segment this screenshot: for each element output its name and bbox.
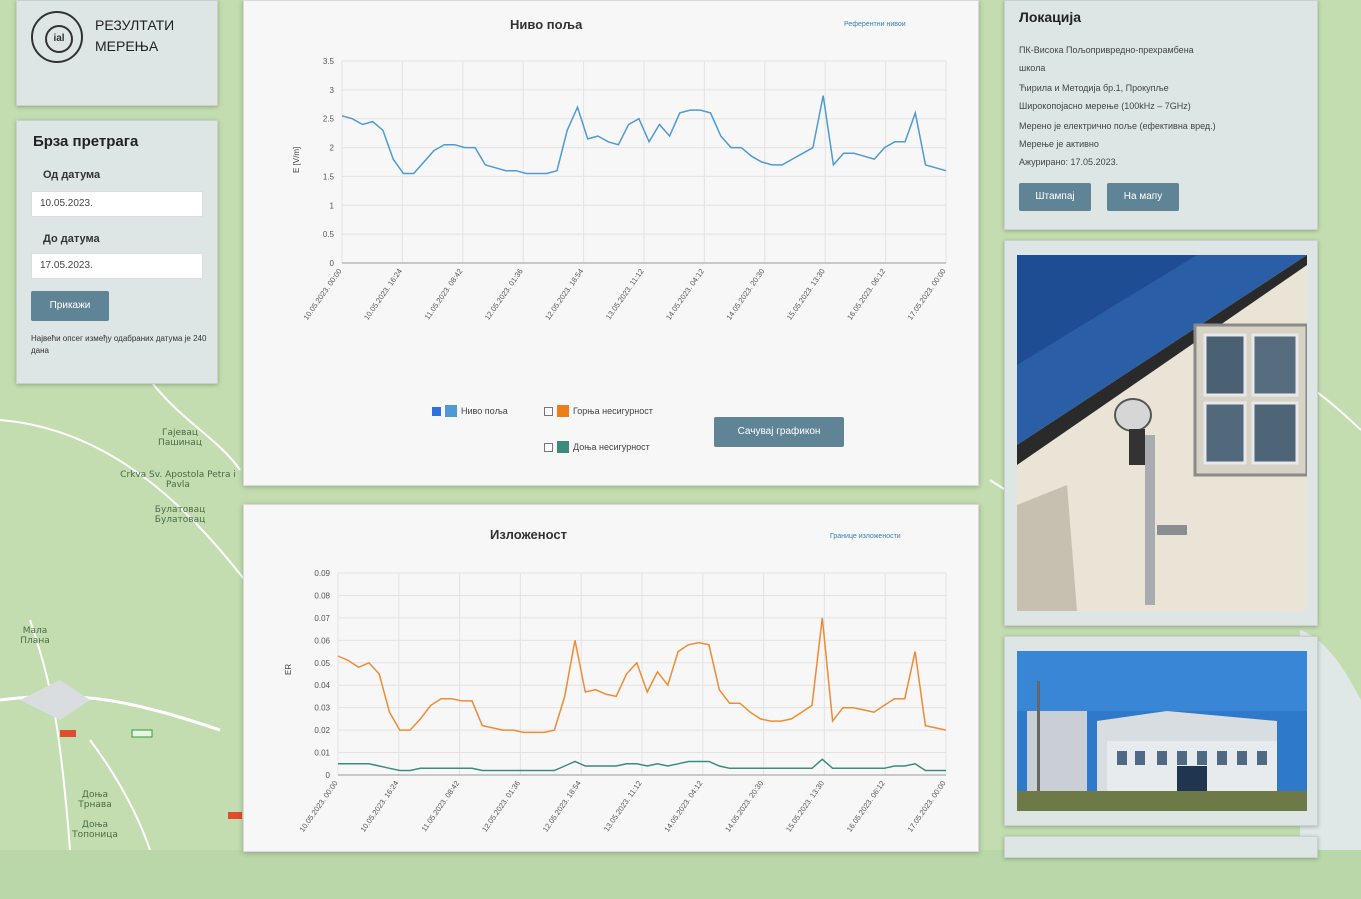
from-date-label: Од датума [43, 169, 101, 181]
location-line: Ћирила и Методија бр.1, Прокупље [1019, 83, 1169, 93]
y-tick-label: 0 [330, 259, 335, 268]
app-title[interactable]: РЕЗУЛТАТИ МЕРЕЊА [95, 15, 174, 57]
x-tick-label: 13.05.2023. 11:12 [602, 779, 644, 833]
to-date-label: До датума [43, 233, 100, 245]
x-tick-label: 15.05.2023. 13:30 [784, 779, 826, 834]
location-line: Широкопојасно мерење (100kHz – 7GHz) [1019, 101, 1191, 111]
show-on-map-button[interactable]: На мапу [1107, 183, 1179, 211]
app-title-line1: РЕЗУЛТАТИ [95, 17, 175, 33]
x-tick-label: 12.05.2023. 01:36 [483, 267, 525, 322]
location-line: Мерено је електрично поље (ефективна вре… [1019, 121, 1216, 131]
y-tick-label: 2 [330, 144, 335, 153]
x-tick-label: 14.05.2023. 04:12 [662, 779, 704, 834]
location-line: Мерење је активно [1019, 139, 1099, 149]
legend-lower-label: Доња несигурност [573, 442, 650, 452]
y-tick-label: 1 [330, 201, 335, 210]
upper-uncertainty-checkbox[interactable] [544, 406, 553, 416]
x-tick-label: 17.05.2023. 00:00 [906, 267, 948, 322]
y-tick-label: 0.03 [314, 704, 330, 713]
y-tick-label: 0.5 [323, 230, 335, 239]
location-line: школа [1019, 63, 1046, 73]
y-tick-label: 0.09 [314, 569, 330, 578]
search-title: Брза претрага [33, 133, 139, 150]
y-tick-label: 0.01 [314, 749, 330, 758]
exposure-card: Изложеност Границе изложености ER 0 0.01 0… [243, 504, 979, 852]
x-tick-label: 10.05.2023. 16:24 [358, 779, 400, 834]
show-button[interactable]: Прикажи [31, 291, 109, 321]
legend-lower-uncertainty[interactable]: Доња несигурност [544, 441, 650, 453]
y-tick-label: 1.5 [323, 172, 335, 181]
location-title: Локација [1019, 9, 1082, 25]
field-level-swatch [445, 405, 457, 417]
x-tick-label: 17.05.2023. 00:00 [906, 779, 948, 834]
exposure-chart-title: Изложеност [490, 527, 567, 542]
x-tick-label: 11.05.2023. 08:42 [423, 267, 465, 321]
x-tick-label: 14.05.2023. 20:30 [724, 267, 766, 322]
field-level-chart[interactable]: 0 0.5 1 1.5 2 2.5 3 3.5 10.05.2023. 00:00 10.05.2… [244, 41, 978, 421]
legend-upper-label: Горња несигурност [573, 406, 653, 416]
map-label-mala-plana: Мала Плана [20, 626, 50, 646]
x-tick-label: 12.05.2023. 01:36 [480, 779, 522, 834]
x-tick-label: 12.05.2023. 18:54 [541, 779, 583, 834]
reference-levels-link[interactable]: Референтни нивои [844, 21, 906, 28]
location-line: Ажурирано: 17.05.2023. [1019, 157, 1119, 167]
legend-field-level[interactable]: Ниво поља [432, 405, 508, 417]
map-label-gajevac: Гајевац Пашинац [158, 428, 202, 448]
print-button[interactable]: Штампај [1019, 183, 1091, 211]
app-title-line2: МЕРЕЊА [95, 38, 159, 54]
map-label-donja-trnava: Доња Трнава [78, 790, 112, 810]
exposure-limits-link[interactable]: Границе изложености [830, 533, 901, 540]
x-tick-label: 11.05.2023. 08:42 [419, 779, 461, 833]
field-chart-title: Ниво поља [510, 17, 583, 32]
map-label-church: Crkva Sv. Apostola Petra i Pavla [120, 470, 236, 490]
logo-panel: ial РЕЗУЛТАТИ МЕРЕЊА [16, 0, 218, 106]
date-range-note: Највећи опсег између одабраних датума је… [31, 334, 207, 355]
y-tick-label: 0.05 [314, 659, 330, 668]
x-tick-label: 10.05.2023. 00:00 [302, 267, 344, 322]
y-tick-label: 0.04 [314, 681, 330, 690]
building-photo[interactable] [1017, 651, 1307, 811]
x-tick-label: 13.05.2023. 11:12 [604, 267, 646, 321]
y-tick-label: 3 [330, 86, 335, 95]
y-tick-label: 0.02 [314, 726, 330, 735]
exposure-chart[interactable]: 0 0.01 0.02 0.03 0.04 0.05 0.06 0.07 0.08 0.09 10.… [244, 553, 978, 899]
y-tick-label: 0.08 [314, 591, 330, 600]
y-tick-label: 2.5 [323, 115, 335, 124]
map-label-donja-toponica: Доња Топоница [72, 820, 118, 840]
from-date-input[interactable] [31, 191, 203, 217]
lower-uncertainty-checkbox[interactable] [544, 442, 553, 452]
x-tick-label: 10.05.2023. 16:24 [362, 267, 404, 322]
y-tick-label: 0.06 [314, 636, 330, 645]
location-panel: Локација ПК-Висока Пољопривредно-прехрам… [1004, 0, 1318, 230]
x-tick-label: 16.05.2023. 06:12 [845, 267, 887, 322]
upper-uncertainty-swatch [557, 405, 569, 417]
x-tick-label: 14.05.2023. 20:30 [723, 779, 765, 834]
y-tick-label: 3.5 [323, 57, 335, 66]
field-level-card: Ниво поља Референтни нивои E [V/m] 0 0.5 1… [243, 0, 979, 486]
quick-search-panel: Брза претрага Од датума До датума Прикаж… [16, 120, 218, 384]
photo-card-2 [1004, 636, 1318, 826]
x-tick-label: 16.05.2023. 06:12 [845, 779, 887, 834]
y-tick-label: 0 [326, 771, 331, 780]
x-tick-label: 12.05.2023. 18:54 [543, 267, 585, 322]
to-date-input[interactable] [31, 253, 203, 279]
photo-card-3 [1004, 836, 1318, 858]
legend-upper-uncertainty[interactable]: Горња несигурност [544, 405, 653, 417]
map-label-bulatovac: Булатовац Булатовац [154, 505, 206, 525]
logo-emblem-icon: ial [31, 11, 83, 63]
lower-uncertainty-swatch [557, 441, 569, 453]
x-tick-label: 15.05.2023. 13:30 [785, 267, 827, 322]
x-tick-label: 10.05.2023. 00:00 [298, 779, 340, 834]
field-level-checkbox[interactable] [432, 406, 441, 416]
sensor-photo[interactable] [1017, 255, 1307, 611]
x-tick-label: 14.05.2023. 04:12 [664, 267, 706, 322]
save-chart-button[interactable]: Сачувај графикон [714, 417, 844, 447]
y-tick-label: 0.07 [314, 614, 330, 623]
legend-field-level-label: Ниво поља [461, 406, 508, 416]
location-line: ПК-Висока Пољопривредно-прехрамбена [1019, 45, 1194, 55]
photo-card-1 [1004, 240, 1318, 626]
